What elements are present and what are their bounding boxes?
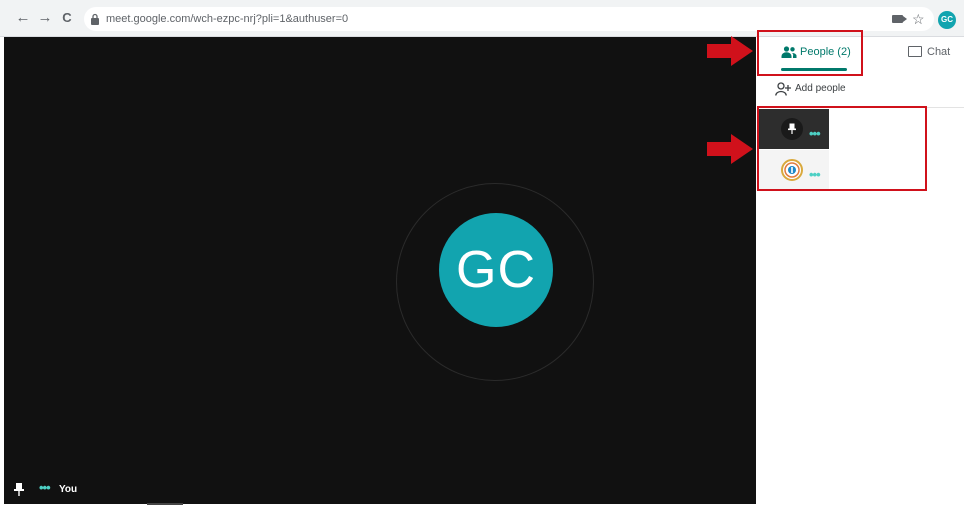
add-people-label: Add people (795, 83, 846, 94)
self-label: You (59, 484, 78, 495)
url-text[interactable]: meet.google.com/wch-ezpc-nrj?pli=1&authu… (106, 7, 348, 31)
arrow-right-icon (707, 134, 753, 164)
stage-handle (147, 503, 183, 505)
tab-chat-label: Chat (927, 46, 951, 58)
back-icon[interactable]: ← (14, 9, 32, 27)
more-options-icon[interactable]: ••• (39, 480, 51, 495)
video-stage: GC ••• You (4, 37, 756, 505)
pin-icon[interactable] (14, 483, 24, 496)
address-bar[interactable]: meet.google.com/wch-ezpc-nrj?pli=1&authu… (84, 7, 934, 31)
lock-icon (91, 13, 99, 25)
participant-avatar-large: GC (439, 213, 553, 327)
camera-icon[interactable] (892, 15, 907, 23)
arrow-right-icon (707, 36, 753, 66)
tab-chat[interactable]: Chat (902, 37, 964, 75)
highlight-box-people-tab (757, 30, 863, 76)
profile-avatar[interactable]: GC (938, 11, 956, 29)
forward-icon[interactable]: → (36, 9, 54, 27)
star-icon[interactable]: ☆ (912, 10, 925, 28)
reload-icon[interactable]: C (58, 9, 76, 27)
add-person-icon (775, 82, 791, 96)
highlight-box-participants (757, 106, 927, 191)
chat-icon (908, 46, 922, 57)
